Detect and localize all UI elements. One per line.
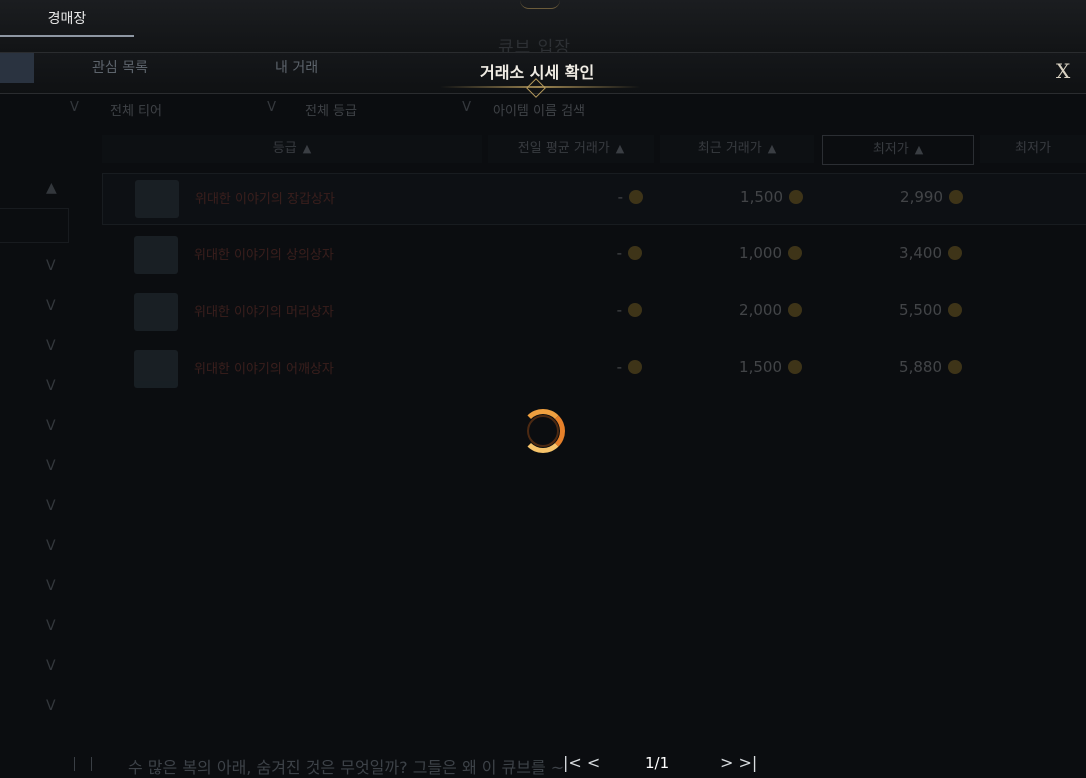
grade-filter[interactable]: 전체 등급 V xyxy=(295,96,475,124)
lowest-price: 5,500 xyxy=(882,301,962,319)
tab-watchlist[interactable]: 관심 목록 xyxy=(92,57,148,77)
search-placeholder: 아이템 이름 검색 xyxy=(493,104,585,119)
grade-filter-label: 전체 등급 xyxy=(305,104,357,119)
recent-price: 1,500 xyxy=(723,188,803,206)
table-row[interactable]: 위대한 이야기의 어깨상자 - 1,500 5,880 xyxy=(102,344,1086,394)
col-recent-label: 최근 거래가 xyxy=(697,141,762,156)
chevron-down-icon[interactable]: V xyxy=(46,458,64,474)
table-row[interactable]: 위대한 이야기의 장갑상자 - 1,500 2,990 xyxy=(102,173,1086,225)
tab-underline xyxy=(0,35,134,37)
item-thumbnail xyxy=(134,236,178,274)
chevron-down-icon[interactable]: V xyxy=(46,538,64,554)
close-button[interactable]: X xyxy=(1056,59,1070,83)
gold-coin-icon xyxy=(628,360,642,374)
recent-price: 1,000 xyxy=(722,244,802,262)
last-page-icon[interactable]: >| xyxy=(739,753,758,772)
prev-page-icon[interactable]: < xyxy=(587,753,600,772)
table-row[interactable]: 위대한 이야기의 머리상자 - 2,000 5,500 xyxy=(102,287,1086,337)
lowest-price: 3,400 xyxy=(882,244,962,262)
divider xyxy=(74,757,75,771)
item-name: 위대한 이야기의 머리상자 xyxy=(194,305,334,320)
top-ornament xyxy=(520,0,560,9)
lowest-price: 5,880 xyxy=(882,358,962,376)
chevron-up-icon[interactable]: ▲ xyxy=(46,180,64,196)
chevron-down-icon[interactable]: V xyxy=(46,618,64,634)
tier-filter[interactable]: 전체 티어 V xyxy=(100,96,280,124)
header-left-block xyxy=(0,53,34,83)
divider xyxy=(91,757,92,771)
col-lowest-label: 최저가 xyxy=(872,142,909,157)
footer-lore-text: 수 많은 복의 아래, 숨겨진 것은 무엇일까? 그들은 왜 이 큐브를 ~ xyxy=(128,758,565,777)
sort-icon: ▲ xyxy=(302,142,312,155)
col-avg-price[interactable]: 전일 평균 거래가 ▲ xyxy=(488,135,654,163)
next-page-icon[interactable]: > xyxy=(720,753,733,772)
gold-coin-icon xyxy=(948,303,962,317)
avg-price: - xyxy=(582,244,642,262)
sidebar-selected-box[interactable] xyxy=(0,208,69,243)
chevron-down-icon[interactable]: V xyxy=(46,378,64,394)
item-name: 위대한 이야기의 어깨상자 xyxy=(194,362,334,377)
chevron-down-icon: V xyxy=(267,100,276,115)
chevron-down-icon[interactable]: V xyxy=(46,498,64,514)
gold-coin-icon xyxy=(948,246,962,260)
chevron-down-icon: V xyxy=(70,100,79,115)
col-lowest-price[interactable]: 최저가 ▲ xyxy=(822,135,974,165)
chevron-down-icon[interactable]: V xyxy=(46,578,64,594)
chevron-down-icon: V xyxy=(462,100,471,115)
gold-coin-icon xyxy=(629,190,643,204)
first-page-icon[interactable]: |< xyxy=(563,753,582,772)
pagination-first-prev[interactable]: |< < xyxy=(563,753,600,772)
gold-coin-icon xyxy=(788,360,802,374)
chevron-down-icon[interactable]: V xyxy=(46,698,64,714)
page-indicator: 1/1 xyxy=(645,754,670,772)
search-input[interactable]: 아이템 이름 검색 xyxy=(485,96,785,124)
gold-coin-icon xyxy=(788,246,802,260)
col-recent-price[interactable]: 최근 거래가 ▲ xyxy=(660,135,814,163)
gold-coin-icon xyxy=(789,190,803,204)
item-name: 위대한 이야기의 상의상자 xyxy=(194,248,334,263)
avg-price: - xyxy=(583,188,643,206)
tab-auction-house[interactable]: 경매장 xyxy=(0,8,134,36)
sort-icon: ▲ xyxy=(914,143,924,156)
avg-price: - xyxy=(582,301,642,319)
gold-coin-icon xyxy=(628,246,642,260)
popup-header: 관심 목록 내 거래 거래소 시세 확인 X xyxy=(0,52,1086,98)
item-thumbnail xyxy=(135,180,179,218)
lowest-price: 2,990 xyxy=(883,188,963,206)
tab-my-trades[interactable]: 내 거래 xyxy=(275,57,318,77)
table-row[interactable]: 위대한 이야기의 상의상자 - 1,000 3,400 xyxy=(102,230,1086,280)
col-lowest-price-2[interactable]: 최저가 xyxy=(980,135,1086,163)
recent-price: 2,000 xyxy=(722,301,802,319)
top-bar: 경매장 큐브 입장 xyxy=(0,0,1086,58)
col-avg-label: 전일 평균 거래가 xyxy=(517,141,610,156)
item-thumbnail xyxy=(134,293,178,331)
item-name: 위대한 이야기의 장갑상자 xyxy=(195,192,335,207)
recent-price: 1,500 xyxy=(722,358,802,376)
gold-coin-icon xyxy=(788,303,802,317)
avg-price: - xyxy=(582,358,642,376)
chevron-down-icon[interactable]: V xyxy=(46,338,64,354)
tier-filter-label: 전체 티어 xyxy=(110,104,162,119)
sort-icon: ▲ xyxy=(615,142,625,155)
sort-icon: ▲ xyxy=(767,142,777,155)
gold-coin-icon xyxy=(628,303,642,317)
pagination-next-last[interactable]: > >| xyxy=(720,753,757,772)
gold-coin-icon xyxy=(948,360,962,374)
col-grade-label: 등급 xyxy=(272,141,297,156)
chevron-down-icon[interactable]: V xyxy=(46,298,64,314)
col-grade[interactable]: 등급 ▲ xyxy=(102,135,482,163)
chevron-down-icon[interactable]: V xyxy=(46,418,64,434)
loading-spinner-inner xyxy=(527,415,559,447)
chevron-down-icon[interactable]: V xyxy=(46,258,64,274)
chevron-down-icon[interactable]: V xyxy=(46,658,64,674)
item-thumbnail xyxy=(134,350,178,388)
gold-coin-icon xyxy=(949,190,963,204)
col-lowest-2-label: 최저가 xyxy=(1015,141,1051,156)
